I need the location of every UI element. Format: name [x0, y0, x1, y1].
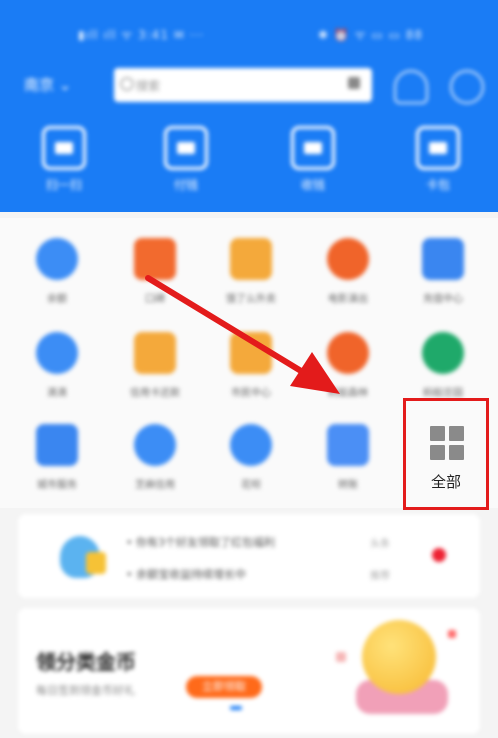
news-tag: 头条: [370, 539, 390, 550]
clock-icon: [36, 238, 78, 280]
grid-item-label: 充值中心: [423, 294, 463, 305]
action-label: 收钱: [300, 178, 325, 192]
grid-item-label: 市民中心: [231, 388, 271, 399]
grid-item-label: 蚂蚁庄园: [423, 388, 463, 399]
grid-item-credit-card[interactable]: 信用卡还款: [110, 332, 200, 399]
wallet-icon: [416, 126, 460, 170]
grid-item-balance[interactable]: 余额: [12, 238, 102, 305]
action-scan[interactable]: 扫一扫: [34, 126, 94, 193]
city-selector[interactable]: 南京 ⌄: [24, 74, 71, 95]
receive-icon: [291, 126, 335, 170]
news-badge-icon: [432, 548, 446, 562]
decoration-dot: [448, 630, 456, 638]
koubei-icon: [134, 238, 176, 280]
movie-icon: [327, 238, 369, 280]
grid-item-label: 花呗: [241, 480, 261, 491]
carousel-indicator[interactable]: [230, 706, 242, 710]
citizen-icon: [230, 332, 272, 374]
promo-title: 领分类金币: [36, 650, 136, 674]
pay-icon: [164, 126, 208, 170]
coin-icon: [362, 620, 436, 694]
ride-icon: [36, 332, 78, 374]
city-service-icon: [36, 424, 78, 466]
action-label: 付钱: [173, 178, 198, 192]
action-label: 扫一扫: [45, 178, 82, 192]
farm-icon: [422, 332, 464, 374]
sesame-icon: [134, 424, 176, 466]
plus-icon[interactable]: [450, 70, 484, 104]
grid-item-city-service[interactable]: 城市服务: [12, 424, 102, 491]
all-apps-label: 全部: [430, 474, 461, 491]
all-apps-button[interactable]: 全部: [403, 398, 489, 510]
grid-item-topup[interactable]: 充值中心: [398, 238, 488, 305]
news-line[interactable]: • 余额宝收益持续增长中: [126, 566, 246, 582]
grid-item-label: 余额: [47, 294, 67, 305]
phone-icon: [422, 238, 464, 280]
search-placeholder: 搜索: [136, 79, 161, 93]
action-pay[interactable]: 付钱: [156, 126, 216, 193]
transfer-icon: [327, 424, 369, 466]
grid-item-takeout[interactable]: 饿了么外卖: [206, 238, 296, 305]
grid-item-ride[interactable]: 滴滴: [12, 332, 102, 399]
search-icon: [120, 77, 134, 91]
grid-item-label: 信用卡还款: [130, 388, 180, 399]
grid-item-label: 芝麻信用: [135, 480, 175, 491]
grid-item-forest[interactable]: 蚂蚁森林: [303, 332, 393, 399]
grid-item-huabei[interactable]: 花呗: [206, 424, 296, 491]
action-label: 卡包: [425, 178, 450, 192]
camera-icon[interactable]: [348, 77, 360, 89]
grid-item-label: 滴滴: [47, 388, 67, 399]
promo-subtitle: 每日签到领金币好礼: [36, 684, 135, 697]
grid-item-label: 电影演出: [328, 294, 368, 305]
grid-item-label: 口碑: [145, 294, 165, 305]
headline-icon: [42, 530, 112, 586]
takeout-icon: [230, 238, 272, 280]
grid-item-label: 城市服务: [37, 480, 77, 491]
grid-item-koubei[interactable]: 口碑: [110, 238, 200, 305]
action-wallet[interactable]: 卡包: [408, 126, 468, 193]
grid-item-citizen[interactable]: 市民中心: [206, 332, 296, 399]
status-left: ▮ıll ıll ᯤ 3:41 ✉ ···: [78, 28, 205, 42]
search-input[interactable]: 搜索: [114, 68, 372, 102]
grid-item-label: 蚂蚁森林: [328, 388, 368, 399]
grid-item-farm[interactable]: 蚂蚁庄园: [398, 332, 488, 399]
scan-icon: [42, 126, 86, 170]
grid-icon: [430, 426, 464, 460]
contacts-icon[interactable]: [394, 70, 428, 104]
status-right: ✱ ⏰ ᯤ ▭ ▭ 88: [318, 28, 423, 42]
promo-button[interactable]: 立即领取: [186, 676, 262, 698]
grid-item-label: 转账: [338, 480, 358, 491]
decoration-dot: [336, 652, 346, 662]
forest-icon: [327, 332, 369, 374]
action-receive[interactable]: 收钱: [283, 126, 343, 193]
app-header: ▮ıll ıll ᯤ 3:41 ✉ ··· ✱ ⏰ ᯤ ▭ ▭ 88 南京 ⌄ …: [0, 0, 498, 212]
huabei-icon: [230, 424, 272, 466]
news-line[interactable]: • 你有3个好友领取了红包福利: [126, 534, 275, 550]
news-tag: 推荐: [370, 571, 390, 582]
grid-item-transfer[interactable]: 转账: [303, 424, 393, 491]
grid-item-movie[interactable]: 电影演出: [303, 238, 393, 305]
status-bar: ▮ıll ıll ᯤ 3:41 ✉ ··· ✱ ⏰ ᯤ ▭ ▭ 88: [0, 14, 498, 50]
grid-item-label: 饿了么外卖: [226, 294, 276, 305]
grid-item-sesame[interactable]: 芝麻信用: [110, 424, 200, 491]
card-icon: [134, 332, 176, 374]
